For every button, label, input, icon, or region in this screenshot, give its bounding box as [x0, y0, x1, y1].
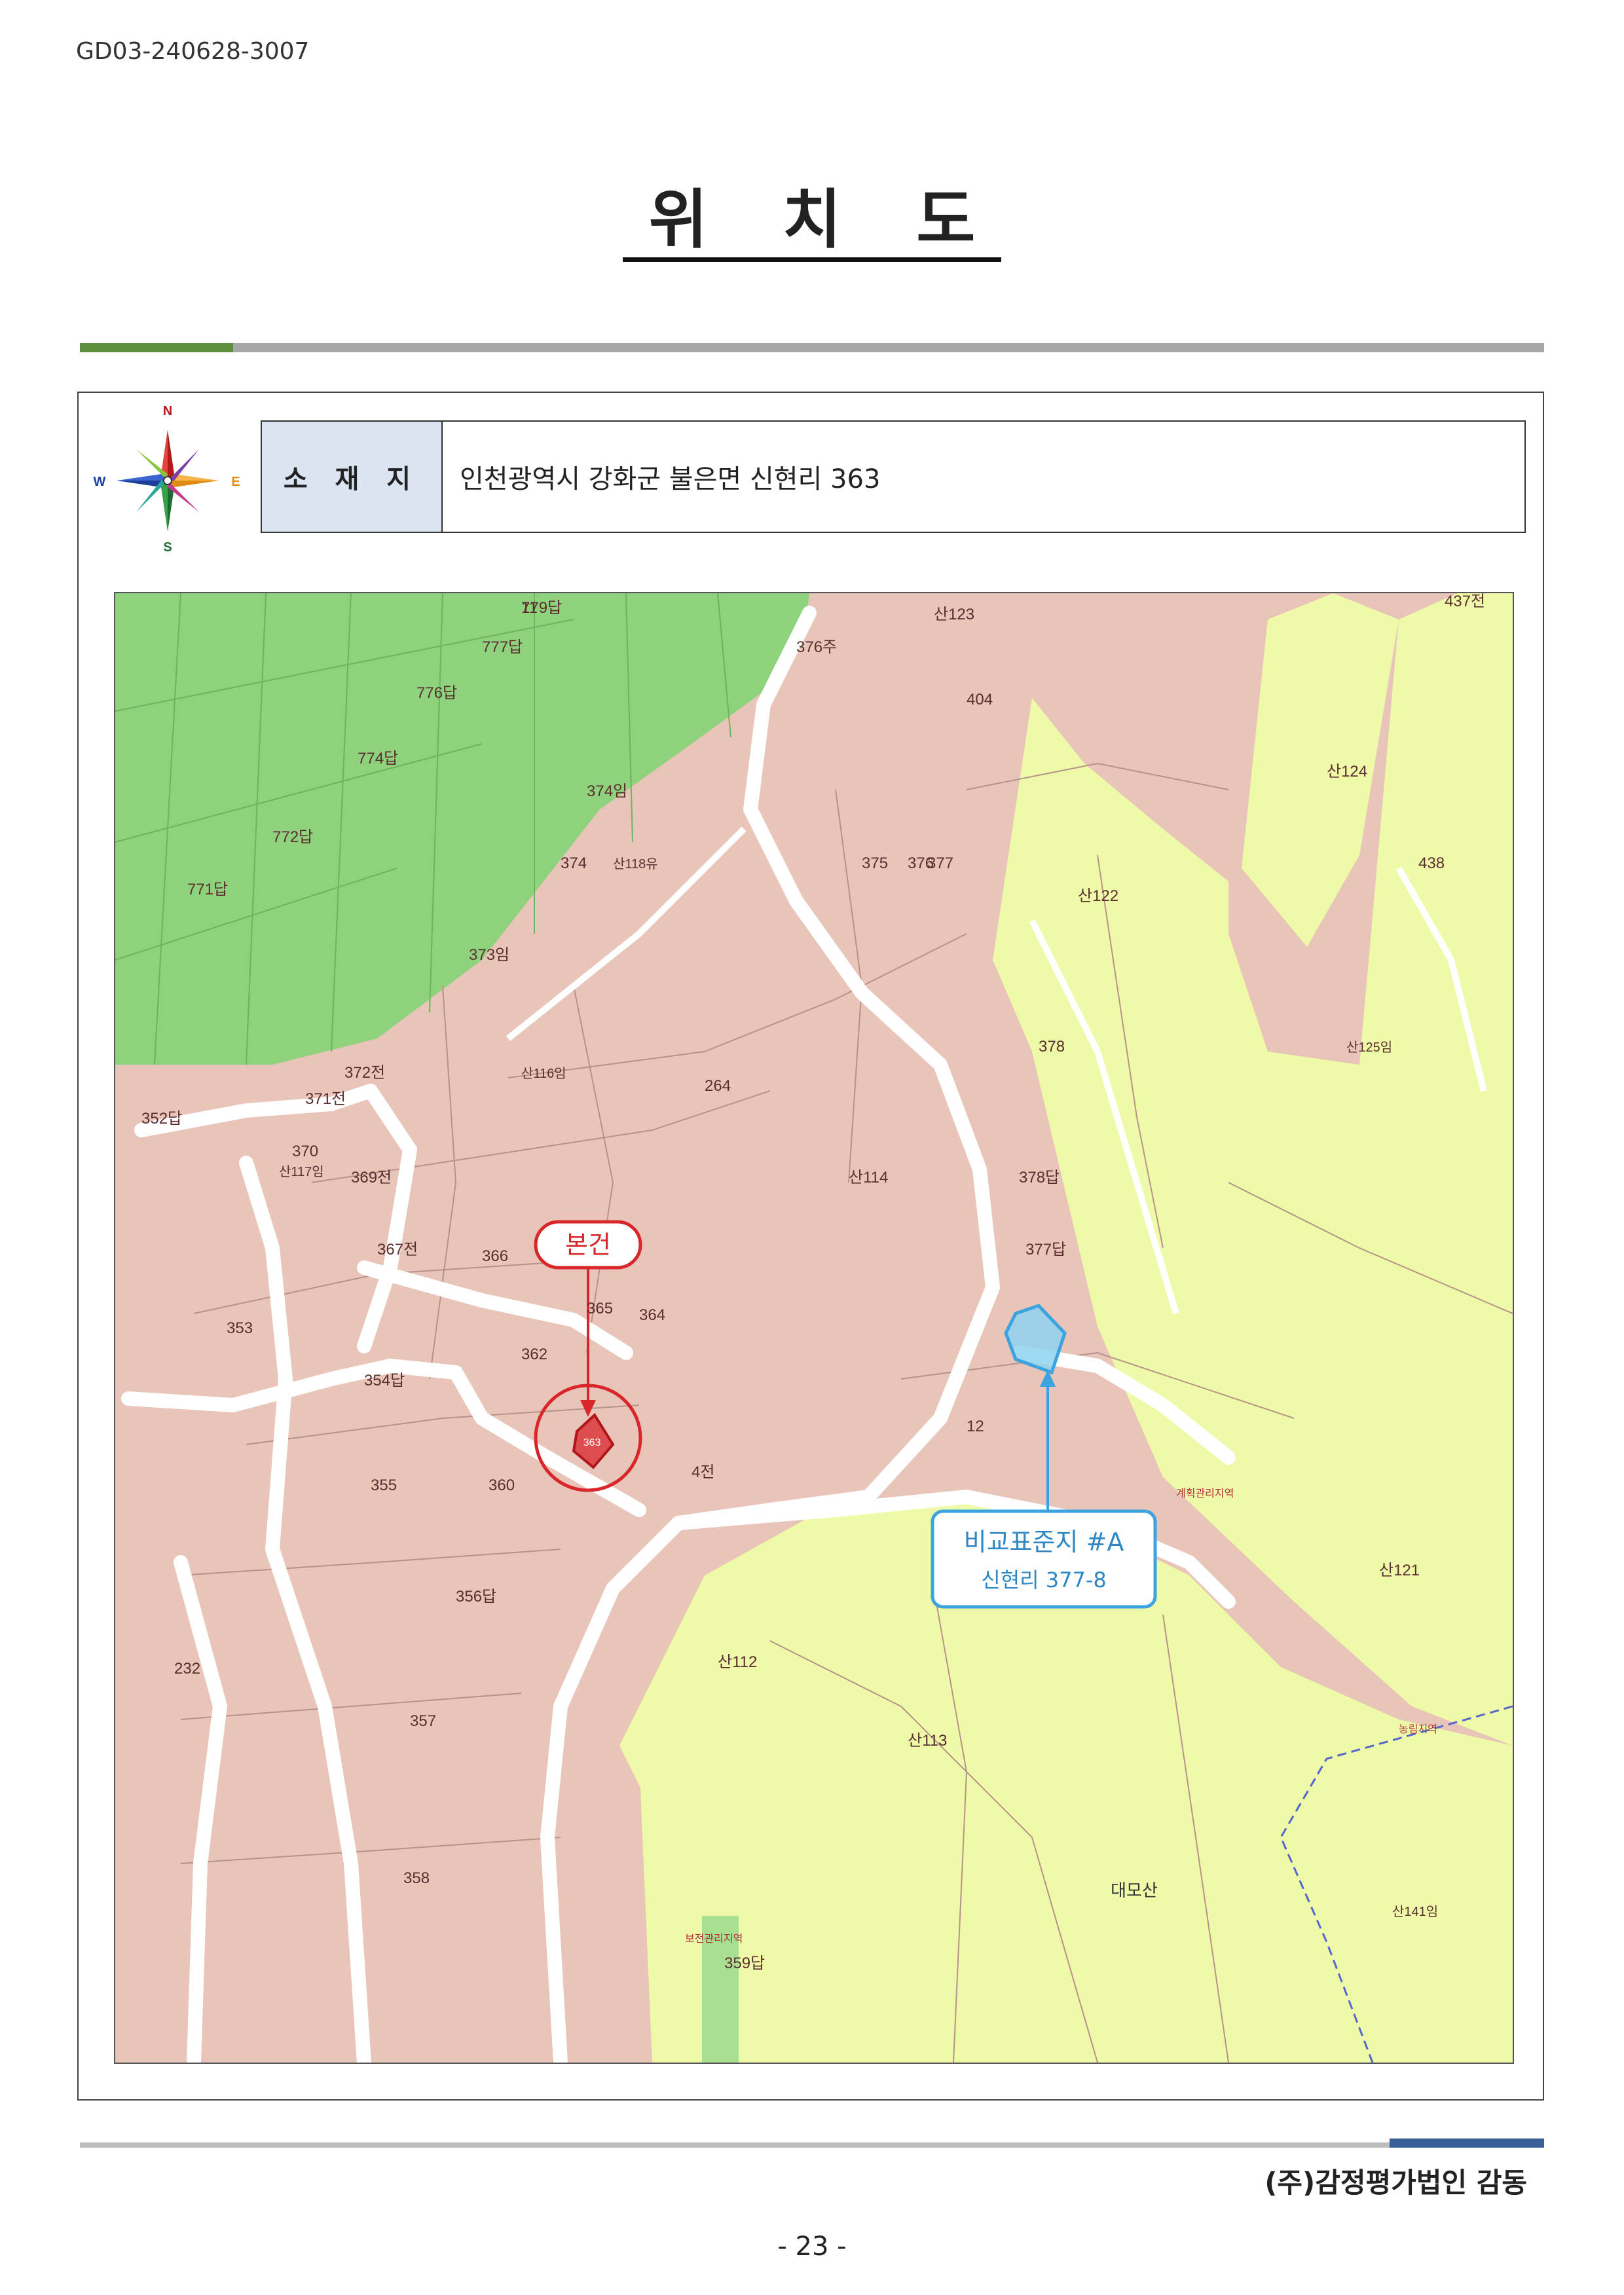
parcel-label: 360 [489, 1477, 515, 1494]
parcel-label: 374임 [587, 782, 627, 800]
parcel-label: 359답 [724, 1955, 765, 1972]
parcel-label: 산114 [849, 1169, 888, 1186]
parcel-label: 산116임 [521, 1066, 566, 1081]
parcel-label: 364 [639, 1306, 665, 1324]
parcel-label: 373임 [469, 946, 509, 964]
mountain-label: 대모산 [1111, 1881, 1158, 1901]
parcel-label: 378답 [1019, 1169, 1060, 1186]
parcel-label: 367전 [377, 1241, 418, 1258]
parcel-label: 776답 [416, 684, 457, 702]
cadastral-map: 363 본건 비교표준지 #A 신현리 377-8 대모산 779답 777답 77… [114, 592, 1514, 2064]
parcel-label: 772답 [272, 828, 313, 846]
zone-label: 계획관리지역 [1176, 1487, 1234, 1499]
parcel-label: 산123 [934, 606, 974, 623]
parcel-label: 438 [1418, 854, 1445, 872]
subject-parcel-number: 363 [583, 1437, 601, 1448]
parcel-label: 377답 [1025, 1241, 1066, 1258]
parcel-label: 산118유 [613, 856, 658, 872]
parcel-label: 371전 [305, 1090, 346, 1108]
parcel-label: 4전 [692, 1463, 714, 1481]
parcel-label: 404 [967, 691, 993, 708]
parcel-label: 358 [403, 1869, 430, 1887]
parcel-label: 374 [561, 854, 587, 872]
parcel-label: 산122 [1078, 887, 1118, 905]
parcel-label: 11 [521, 599, 538, 617]
parcel-label: 376주 [796, 638, 837, 656]
parcel-label: 774답 [358, 750, 398, 767]
comparison-callout-address: 신현리 377-8 [981, 1568, 1106, 1592]
parcel-label: 378 [1039, 1038, 1065, 1056]
parcel-label: 369전 [351, 1169, 392, 1186]
parcel-label: 355 [371, 1477, 397, 1494]
top-divider [80, 343, 1544, 352]
subject-callout-label: 본건 [565, 1230, 611, 1259]
parcel-label: 산125임 [1346, 1040, 1392, 1055]
parcel-label: 산124 [1327, 763, 1367, 780]
compass-rose-icon: N S E W [94, 404, 240, 555]
parcel-label: 366 [482, 1247, 508, 1265]
comparison-callout-title: 비교표준지 #A [964, 1528, 1124, 1556]
parcel-label: 437전 [1445, 593, 1485, 610]
parcel-label: 12 [967, 1418, 984, 1435]
document-id: GD03-240628-3007 [76, 38, 310, 65]
parcel-label: 산121 [1379, 1562, 1420, 1579]
parcel-label: 산113 [908, 1732, 947, 1750]
parcel-label: 356답 [456, 1588, 496, 1606]
parcel-label: 357 [410, 1712, 436, 1730]
parcel-label: 산117임 [279, 1164, 324, 1179]
parcel-label: 375 [862, 854, 888, 872]
parcel-label: 산141임 [1392, 1904, 1438, 1919]
parcel-label: 362 [521, 1346, 547, 1363]
parcel-label: 777답 [482, 638, 523, 656]
location-table: 소 재 지 인천광역시 강화군 불은면 신현리 363 [261, 420, 1526, 533]
compass-e: E [231, 475, 240, 489]
zone-label: 농림지역 [1399, 1723, 1437, 1735]
parcel-label: 352답 [141, 1110, 182, 1128]
location-address: 인천광역시 강화군 불은면 신현리 363 [460, 464, 881, 494]
parcel-label: 376 [908, 854, 934, 872]
company-name: (주)감정평가법인 감동 [1264, 2167, 1527, 2199]
compass-s: S [163, 540, 172, 555]
location-label: 소 재 지 [262, 422, 443, 532]
parcel-label: 370 [292, 1143, 318, 1160]
parcel-label: 353 [227, 1319, 253, 1337]
compass-w: W [94, 475, 106, 489]
compass-n: N [163, 404, 172, 418]
zone-label: 보전관리지역 [685, 1932, 743, 1945]
parcel-label: 232 [174, 1660, 200, 1678]
page-title: 위 치 도 [0, 183, 1624, 262]
parcel-label: 산112 [718, 1653, 757, 1671]
page-number: - 23 - [777, 2231, 847, 2262]
bottom-divider [80, 2139, 1544, 2148]
parcel-label: 365 [587, 1300, 613, 1317]
comparison-callout [931, 1509, 1157, 1609]
parcel-label: 372전 [344, 1064, 385, 1082]
parcel-label: 354답 [364, 1372, 405, 1389]
parcel-label: 264 [705, 1077, 731, 1095]
parcel-label: 771답 [187, 881, 228, 898]
